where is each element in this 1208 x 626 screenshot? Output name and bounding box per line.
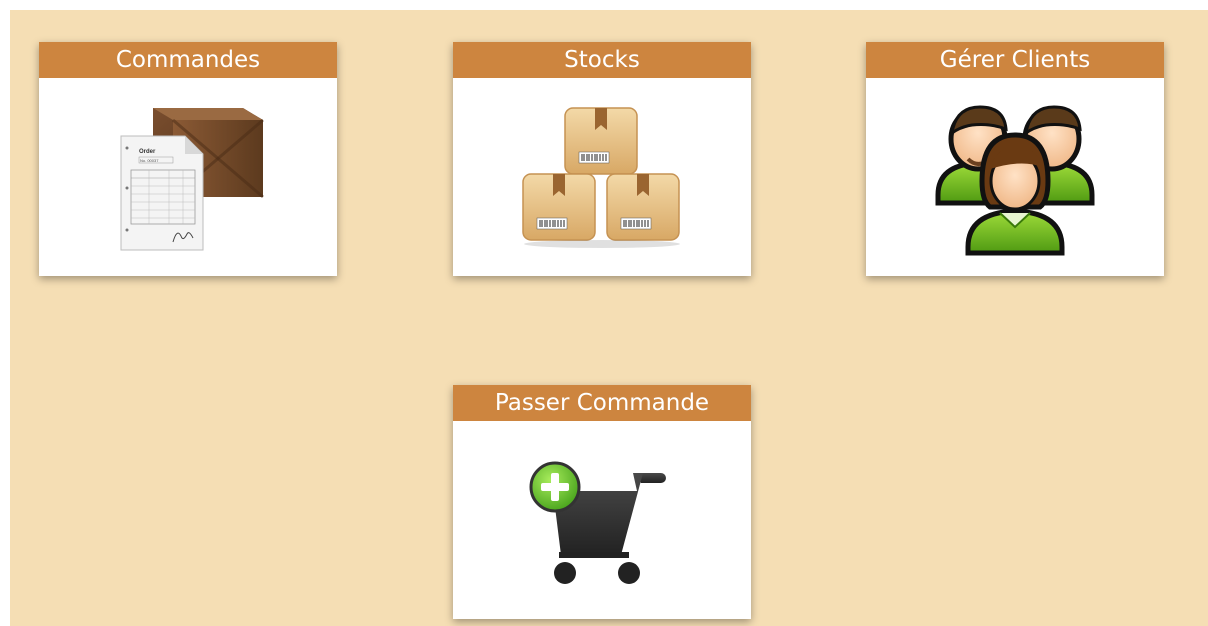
order-number-text: No. 00037 (140, 158, 159, 163)
tile-passer-commande-body (453, 421, 751, 619)
tile-gerer-clients-title: Gérer Clients (866, 42, 1164, 78)
tile-commandes-body: Order No. 00037 (39, 78, 337, 276)
clients-group-icon (935, 105, 1095, 256)
order-box-icon: Order No. 00037 (120, 108, 264, 251)
tile-gerer-clients[interactable]: Gérer Clients (866, 42, 1164, 276)
tile-stocks-title: Stocks (453, 42, 751, 78)
tile-gerer-clients-body (866, 78, 1164, 276)
cart-add-icon (529, 461, 666, 584)
tile-commandes-title: Commandes (39, 42, 337, 78)
tile-passer-commande-title: Passer Commande (453, 385, 751, 421)
tile-commandes[interactable]: Commandes Order No. 00037 (39, 42, 337, 276)
tile-passer-commande[interactable]: Passer Commande (453, 385, 751, 619)
order-label-text: Order (139, 149, 156, 155)
stock-boxes-icon (522, 107, 680, 248)
tile-stocks[interactable]: Stocks (453, 42, 751, 276)
tile-stocks-body (453, 78, 751, 276)
